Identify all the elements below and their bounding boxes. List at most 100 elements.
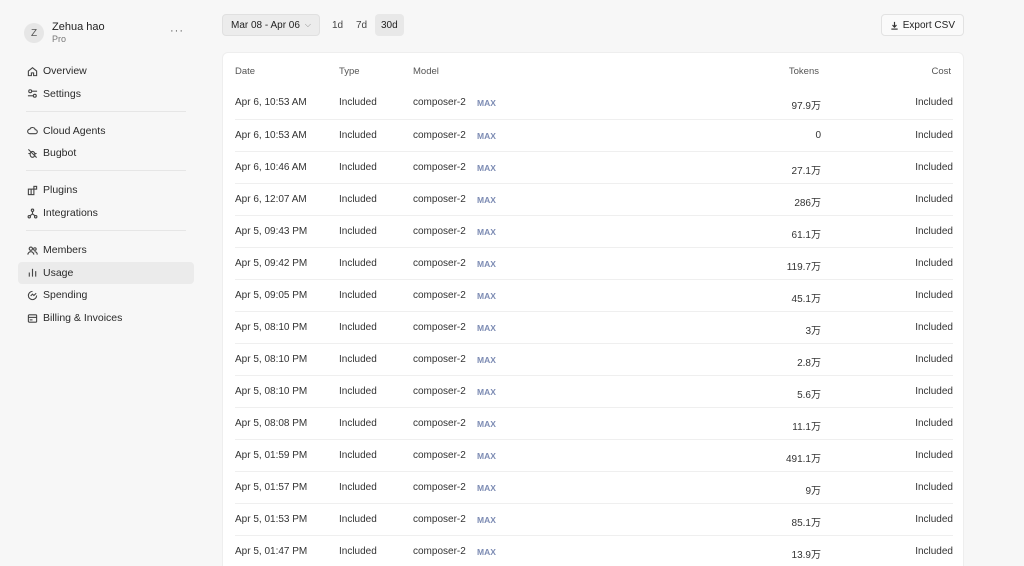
- home-icon: [26, 65, 38, 77]
- cell-cost: Included: [915, 514, 953, 525]
- cell-cost: Included: [915, 354, 953, 365]
- cell-model: composer-2: [413, 97, 466, 108]
- cell-tokens: 9万: [805, 486, 821, 497]
- cell-tokens: 0: [815, 130, 821, 141]
- sidebar-item-spending[interactable]: Spending: [18, 284, 194, 306]
- cell-model: composer-2: [413, 546, 466, 557]
- cell-model: composer-2: [413, 418, 466, 429]
- cell-tokens: 286万: [794, 198, 821, 209]
- cell-tokens: 45.1万: [791, 294, 821, 305]
- max-badge: MAX: [477, 483, 496, 493]
- cell-cost: Included: [915, 97, 953, 108]
- max-badge: MAX: [477, 323, 496, 333]
- cell-tokens: 2.8万: [797, 358, 821, 369]
- max-badge: MAX: [477, 515, 496, 525]
- more-options-icon[interactable]: ···: [170, 25, 184, 37]
- sidebar: Z Zehua hao Pro ··· Overview Settings Cl…: [18, 14, 194, 330]
- cell-model: composer-2: [413, 482, 466, 493]
- bar-chart-icon: [26, 267, 38, 279]
- table-row[interactable]: Apr 6, 10:53 AM Included composer-2 MAX 0 Inc…: [235, 119, 953, 151]
- sidebar-item-overview[interactable]: Overview: [18, 60, 194, 82]
- sidebar-item-members[interactable]: Members: [18, 239, 194, 261]
- cell-tokens: 3万: [805, 326, 821, 337]
- cell-model: composer-2: [413, 194, 466, 205]
- cell-model: composer-2: [413, 226, 466, 237]
- divider: [26, 110, 186, 112]
- max-badge: MAX: [477, 451, 496, 461]
- cell-tokens: 61.1万: [791, 230, 821, 241]
- column-header-model: Model: [413, 66, 439, 77]
- cell-date: Apr 6, 12:07 AM: [235, 194, 307, 205]
- table-row[interactable]: Apr 5, 08:08 PM Included composer-2 MAX 11.1…: [235, 407, 953, 439]
- cell-model: composer-2: [413, 354, 466, 365]
- cell-date: Apr 5, 01:57 PM: [235, 482, 308, 493]
- range-7d-button[interactable]: 7d: [350, 14, 373, 36]
- cell-model: composer-2: [413, 258, 466, 269]
- sidebar-item-usage[interactable]: Usage: [18, 261, 194, 284]
- cell-type: Included: [339, 290, 377, 301]
- export-csv-button[interactable]: Export CSV: [880, 14, 964, 36]
- nav-group-3: Plugins Integrations: [18, 179, 194, 224]
- cell-tokens: 491.1万: [785, 454, 821, 465]
- sidebar-item-cloud-agents[interactable]: Cloud Agents: [18, 120, 194, 142]
- table-row[interactable]: Apr 5, 01:53 PM Included composer-2 MAX 85.1…: [235, 503, 953, 535]
- table-row[interactable]: Apr 6, 10:53 AM Included composer-2 MAX 97.9…: [235, 87, 953, 119]
- nav-group-2: Cloud Agents Bugbot: [18, 120, 194, 165]
- cell-tokens: 97.9万: [791, 101, 821, 112]
- table-row[interactable]: Apr 6, 10:46 AM Included composer-2 MAX 27.1…: [235, 151, 953, 183]
- cell-type: Included: [339, 226, 377, 237]
- cell-cost: Included: [915, 482, 953, 493]
- cell-type: Included: [339, 546, 377, 557]
- max-badge: MAX: [477, 387, 496, 397]
- cell-date: Apr 5, 01:59 PM: [235, 450, 308, 461]
- table-row[interactable]: Apr 6, 12:07 AM Included composer-2 MAX 286万…: [235, 183, 953, 215]
- cell-model: composer-2: [413, 162, 466, 173]
- column-header-cost: Cost: [931, 66, 951, 77]
- table-row[interactable]: Apr 5, 01:57 PM Included composer-2 MAX 9万 In…: [235, 471, 953, 503]
- nav-group-4: Members Usage Spending Billing & Invoice…: [18, 239, 194, 329]
- cell-date: Apr 6, 10:53 AM: [235, 130, 307, 141]
- range-1d-button[interactable]: 1d: [326, 14, 349, 36]
- table-row[interactable]: Apr 5, 08:10 PM Included composer-2 MAX 2.8万…: [235, 343, 953, 375]
- cell-cost: Included: [915, 322, 953, 333]
- table-row[interactable]: Apr 5, 09:05 PM Included composer-2 MAX 45.1…: [235, 279, 953, 311]
- cell-date: Apr 6, 10:46 AM: [235, 162, 307, 173]
- max-badge: MAX: [477, 259, 496, 269]
- table-row[interactable]: Apr 5, 08:10 PM Included composer-2 MAX 5.6万…: [235, 375, 953, 407]
- date-range-picker[interactable]: Mar 08 - Apr 06 ⌵: [222, 14, 320, 36]
- cell-cost: Included: [915, 258, 953, 269]
- cell-date: Apr 5, 08:08 PM: [235, 418, 308, 429]
- avatar: Z: [24, 23, 44, 43]
- range-30d-button[interactable]: 30d: [375, 14, 404, 36]
- table-row[interactable]: Apr 5, 01:47 PM Included composer-2 MAX 13.9…: [235, 535, 953, 566]
- sidebar-item-billing[interactable]: Billing & Invoices: [18, 307, 194, 329]
- table-row[interactable]: Apr 5, 09:43 PM Included composer-2 MAX 61.1…: [235, 215, 953, 247]
- table-row[interactable]: Apr 5, 01:59 PM Included composer-2 MAX 491.…: [235, 439, 953, 471]
- cell-cost: Included: [915, 450, 953, 461]
- plugin-icon: [26, 184, 38, 196]
- date-range-label: Mar 08 - Apr 06: [231, 19, 300, 31]
- sidebar-item-label: Members: [43, 244, 87, 257]
- table-row[interactable]: Apr 5, 08:10 PM Included composer-2 MAX 3万 In…: [235, 311, 953, 343]
- column-header-date: Date: [235, 66, 256, 77]
- nav-group-1: Overview Settings: [18, 60, 194, 105]
- invoice-icon: [26, 312, 38, 324]
- table-row[interactable]: Apr 5, 09:42 PM Included composer-2 MAX 119.…: [235, 247, 953, 279]
- cell-tokens: 85.1万: [791, 518, 821, 529]
- sidebar-item-settings[interactable]: Settings: [18, 83, 194, 105]
- cell-type: Included: [339, 322, 377, 333]
- cell-type: Included: [339, 194, 377, 205]
- sidebar-item-label: Bugbot: [43, 147, 77, 160]
- sidebar-item-bugbot[interactable]: Bugbot: [18, 142, 194, 164]
- sidebar-item-integrations[interactable]: Integrations: [18, 202, 194, 224]
- sidebar-item-plugins[interactable]: Plugins: [18, 179, 194, 201]
- export-csv-label: Export CSV: [902, 19, 955, 31]
- cell-date: Apr 6, 10:53 AM: [235, 97, 307, 108]
- sidebar-item-label: Cloud Agents: [43, 124, 106, 137]
- user-menu[interactable]: Z Zehua hao Pro ···: [18, 14, 194, 52]
- cell-type: Included: [339, 418, 377, 429]
- cell-cost: Included: [915, 162, 953, 173]
- cell-cost: Included: [915, 546, 953, 557]
- cell-tokens: 13.9万: [791, 550, 821, 561]
- cell-date: Apr 5, 01:47 PM: [235, 546, 308, 557]
